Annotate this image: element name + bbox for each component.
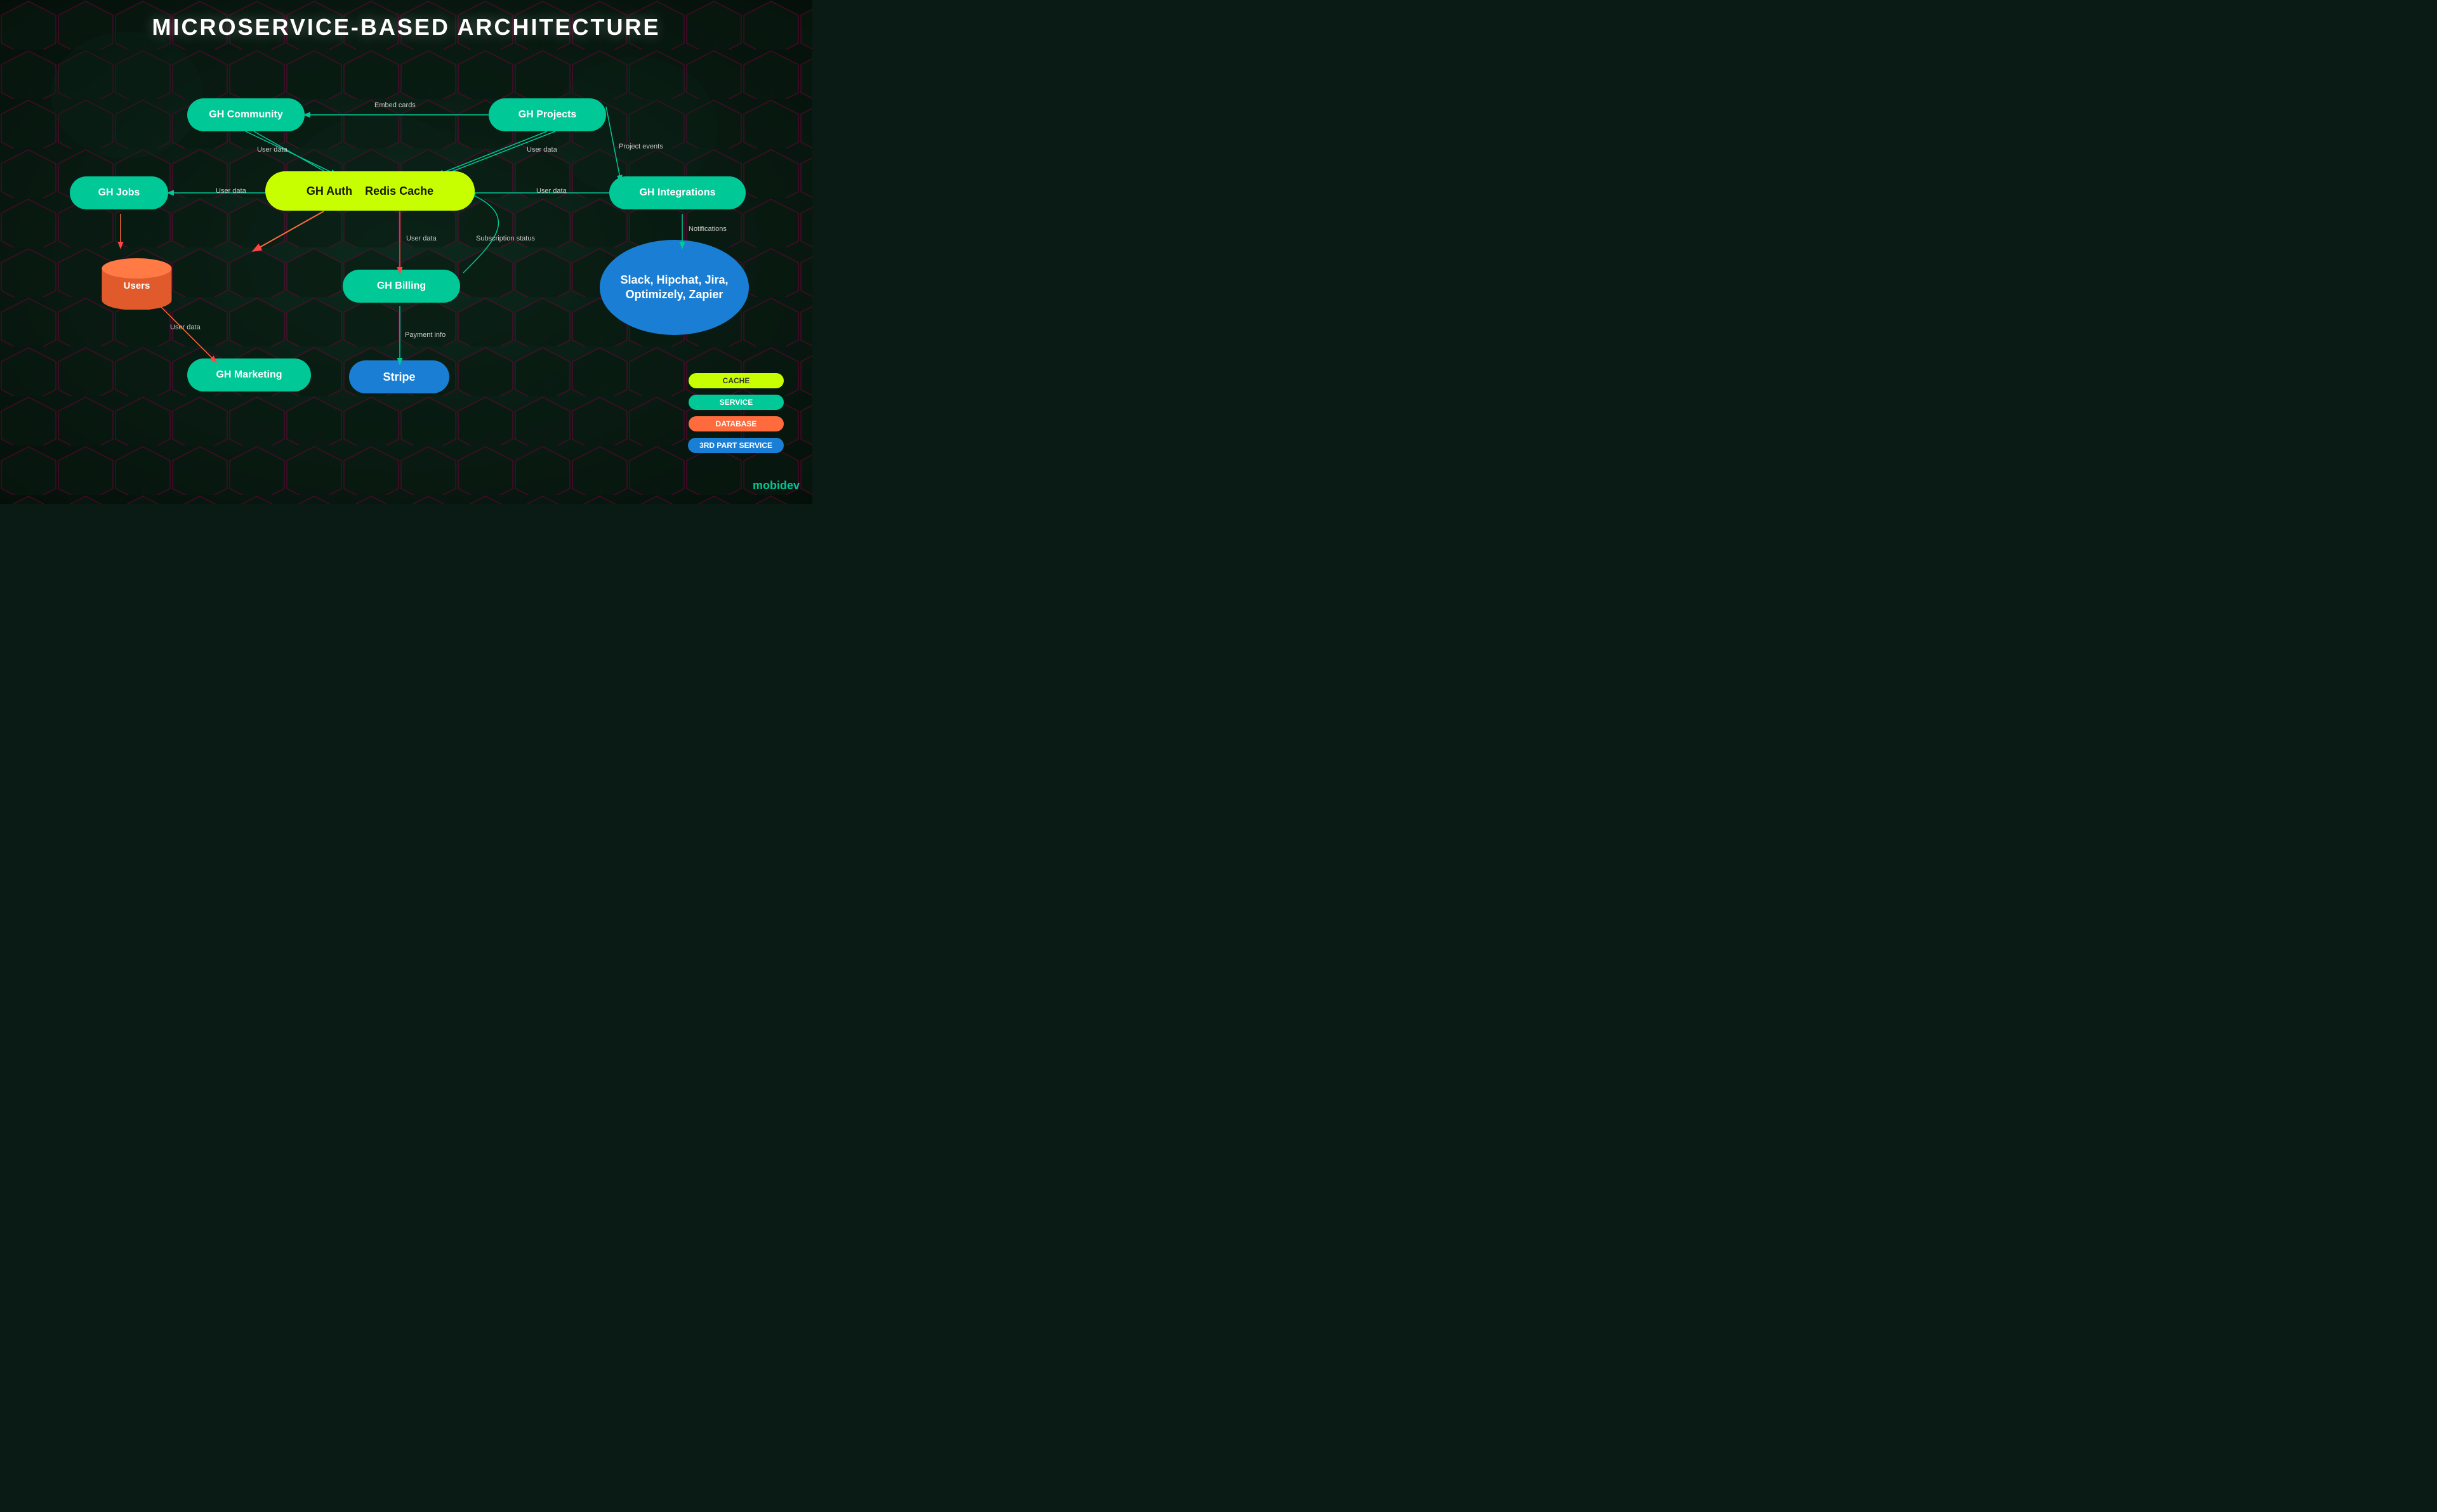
user-data-projects-label: User data <box>527 146 557 154</box>
gh-projects-node: GH Projects <box>489 98 606 131</box>
users-database-node: Users <box>94 249 180 313</box>
user-data-billing-label: User data <box>406 235 437 243</box>
subscription-status-label: Subscription status <box>476 235 535 243</box>
svg-text:Users: Users <box>124 280 150 291</box>
embed-cards-label: Embed cards <box>374 102 416 110</box>
gh-jobs-node: GH Jobs <box>70 176 168 209</box>
notifications-label: Notifications <box>689 225 727 233</box>
gh-billing-label: GH Billing <box>377 280 426 292</box>
gh-billing-node: GH Billing <box>343 270 460 303</box>
gh-projects-label: GH Projects <box>518 109 577 121</box>
integrations-services-label: Slack, Hipchat, Jira, Optimizely, Zapier <box>600 260 749 315</box>
legend-3rdparty-item: 3RD PART SERVICE <box>688 438 784 453</box>
legend: CACHE SERVICE DATABASE 3RD PART SERVICE <box>688 373 784 453</box>
legend-service-item: SERVICE <box>688 395 784 410</box>
logo-text1: mobi <box>753 479 780 492</box>
legend-service-label: SERVICE <box>689 395 784 410</box>
mobidev-logo: mobidev <box>753 479 800 492</box>
stripe-label: Stripe <box>383 371 415 384</box>
redis-cache-label: Redis Cache <box>365 185 433 198</box>
gh-integrations-node: GH Integrations <box>609 176 746 209</box>
gh-community-node: GH Community <box>187 98 305 131</box>
payment-info-label: Payment info <box>405 331 446 339</box>
gh-marketing-node: GH Marketing <box>187 358 311 391</box>
legend-database-item: DATABASE <box>688 416 784 431</box>
legend-cache-item: CACHE <box>688 373 784 388</box>
user-data-integrations-label: User data <box>536 187 567 195</box>
integrations-services-node: Slack, Hipchat, Jira, Optimizely, Zapier <box>600 240 749 335</box>
gh-community-label: GH Community <box>209 109 282 121</box>
gh-jobs-label: GH Jobs <box>98 187 140 199</box>
gh-auth-label: GH Auth <box>307 185 352 198</box>
user-data-community-label: User data <box>257 146 287 154</box>
page-title: MICROSERVICE-BASED ARCHITECTURE <box>152 14 660 41</box>
user-data-marketing-label: User data <box>170 324 201 332</box>
stripe-node: Stripe <box>349 360 449 393</box>
gh-auth-redis-node: GH Auth Redis Cache <box>265 171 475 211</box>
legend-database-label: DATABASE <box>689 416 784 431</box>
user-data-jobs-label: User data <box>216 187 246 195</box>
legend-3rdparty-label: 3RD PART SERVICE <box>688 438 784 453</box>
gh-integrations-label: GH Integrations <box>639 187 715 199</box>
gh-marketing-label: GH Marketing <box>216 369 282 381</box>
legend-cache-label: CACHE <box>689 373 784 388</box>
project-events-label: Project events <box>619 143 663 151</box>
logo-text2: dev <box>780 479 800 492</box>
